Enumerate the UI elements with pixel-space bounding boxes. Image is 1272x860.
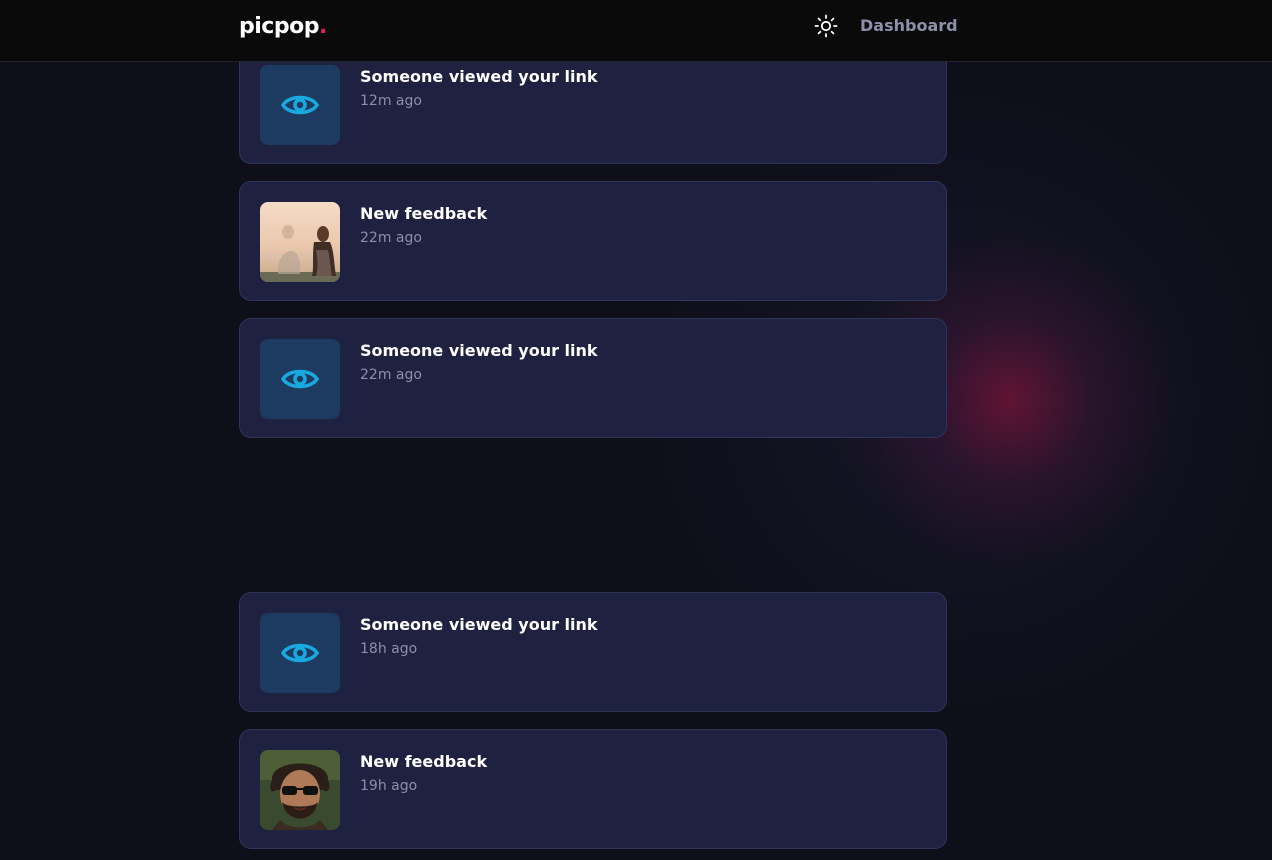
- notification-time: 19h ago: [360, 778, 418, 794]
- logo[interactable]: picpop.: [239, 14, 327, 39]
- notification-time: 22m ago: [360, 230, 422, 246]
- logo-dot: .: [318, 14, 327, 39]
- eye-icon: [260, 613, 340, 693]
- notification-card[interactable]: Someone viewed your link 18h ago: [239, 592, 947, 712]
- notification-title: Someone viewed your link: [360, 67, 598, 86]
- logo-text: picpop: [239, 14, 319, 39]
- notification-card[interactable]: New feedback 19h ago: [239, 729, 947, 849]
- notification-time: 18h ago: [360, 641, 418, 657]
- notifications-page: picpop. Dashboard Someone viewed your li…: [0, 0, 1272, 860]
- notification-card[interactable]: New feedback 22m ago: [239, 181, 947, 301]
- notification-title: New feedback: [360, 752, 488, 771]
- eye-icon: [260, 65, 340, 145]
- notification-time: 12m ago: [360, 93, 422, 109]
- feedback-photo: [260, 202, 340, 282]
- top-navbar: picpop. Dashboard: [0, 0, 1272, 62]
- sun-icon[interactable]: [814, 14, 838, 38]
- notification-title: Someone viewed your link: [360, 615, 598, 634]
- notification-card[interactable]: Someone viewed your link 12m ago: [239, 44, 947, 164]
- feedback-photo: [260, 750, 340, 830]
- notification-card[interactable]: Someone viewed your link 22m ago: [239, 318, 947, 438]
- notification-title: Someone viewed your link: [360, 341, 598, 360]
- notification-time: 22m ago: [360, 367, 422, 383]
- nav-dashboard-link[interactable]: Dashboard: [860, 16, 958, 35]
- notification-title: New feedback: [360, 204, 488, 223]
- eye-icon: [260, 339, 340, 419]
